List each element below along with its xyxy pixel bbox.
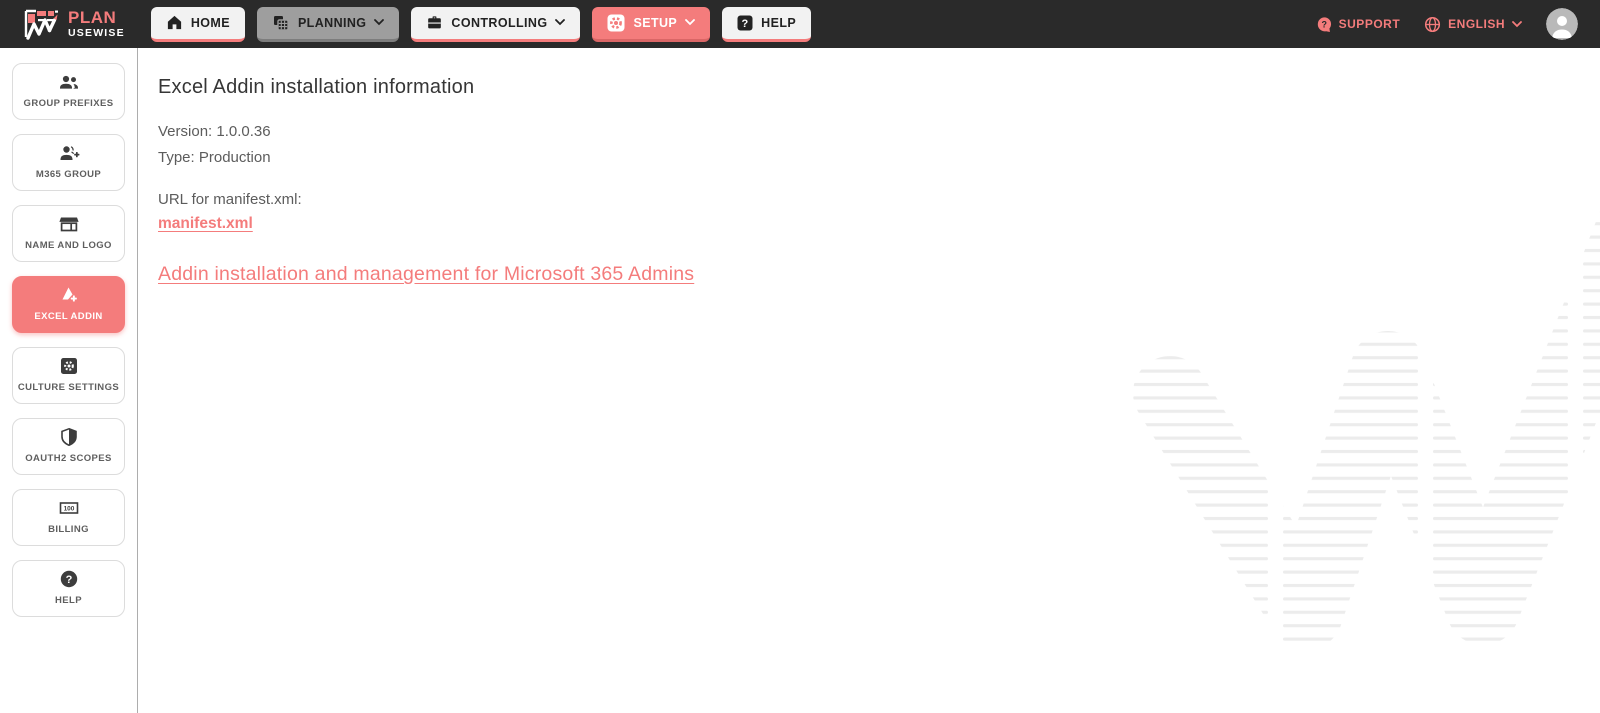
- help-icon: ?: [60, 570, 77, 588]
- shield-icon: [60, 428, 77, 447]
- version-text: Version: 1.0.0.36: [158, 123, 271, 140]
- sidebar-label: BILLING: [48, 524, 89, 536]
- nav-controlling-button[interactable]: CONTROLLING: [411, 6, 581, 42]
- nav-controlling-label: CONTROLLING: [451, 15, 548, 30]
- svg-text:100: 100: [63, 506, 74, 513]
- nav-help-label: HELP: [761, 15, 797, 30]
- sidebar-label: CULTURE SETTINGS: [17, 382, 120, 394]
- sidebar-label: HELP: [55, 595, 82, 607]
- addin-admin-guide-link[interactable]: Addin installation and management for Mi…: [158, 263, 694, 286]
- app-logo-text: PLAN USEWISE: [68, 9, 125, 39]
- sidebar-item-excel-addin[interactable]: EXCEL ADDIN: [12, 276, 125, 333]
- chevron-down-icon: [374, 19, 385, 26]
- chevron-down-icon: [1512, 20, 1522, 27]
- sidebar-label: OAUTH2 SCOPES: [25, 453, 112, 465]
- sidebar-item-billing[interactable]: 100 BILLING: [12, 489, 125, 546]
- storefront-icon: [58, 217, 79, 232]
- svg-text:?: ?: [742, 17, 749, 29]
- page-body: GROUP PREFIXES M365 GROUP NAME AND LOGO: [0, 48, 1600, 713]
- sidebar-label: NAME AND LOGO: [25, 240, 112, 252]
- manifest-url-label: URL for manifest.xml:: [158, 191, 302, 208]
- language-label: ENGLISH: [1448, 17, 1505, 31]
- briefcase-icon: [428, 16, 442, 29]
- settings-icon: [60, 358, 77, 375]
- logo-line2: USEWISE: [68, 27, 125, 40]
- svg-text:?: ?: [65, 574, 72, 586]
- nav-help-button[interactable]: ? HELP: [722, 6, 812, 42]
- sidebar-item-name-and-logo[interactable]: NAME AND LOGO: [12, 205, 125, 262]
- nav-planning-button[interactable]: PLANNING: [256, 6, 400, 42]
- nav-setup-label: SETUP: [633, 15, 678, 30]
- nav-planning-label: PLANNING: [297, 15, 367, 30]
- sidebar-item-culture-settings[interactable]: CULTURE SETTINGS: [12, 347, 125, 404]
- globe-icon: [1425, 16, 1441, 32]
- sidebar: GROUP PREFIXES M365 GROUP NAME AND LOGO: [0, 48, 138, 713]
- user-avatar[interactable]: [1546, 8, 1578, 40]
- support-label: SUPPORT: [1338, 17, 1401, 31]
- sidebar-label: M365 GROUP: [35, 169, 102, 181]
- sidebar-item-help[interactable]: ? HELP: [12, 560, 125, 617]
- sidebar-label: EXCEL ADDIN: [34, 311, 103, 323]
- manifest-xml-link[interactable]: manifest.xml: [158, 215, 253, 233]
- language-selector[interactable]: ENGLISH: [1424, 16, 1522, 33]
- billing-icon: 100: [59, 502, 78, 514]
- page-title: Excel Addin installation information: [158, 76, 475, 98]
- chevron-down-icon: [555, 19, 566, 26]
- chevron-down-icon: [685, 19, 696, 26]
- sidebar-label: GROUP PREFIXES: [23, 98, 114, 110]
- group-icon: [59, 76, 78, 89]
- support-icon: ?: [1317, 16, 1331, 32]
- logo-line1: PLAN: [68, 8, 117, 28]
- person-add-icon: [60, 146, 79, 161]
- svg-text:?: ?: [1321, 19, 1327, 29]
- app-logo[interactable]: PLAN USEWISE: [22, 7, 125, 41]
- sidebar-item-oauth2-scopes[interactable]: OAUTH2 SCOPES: [12, 418, 125, 475]
- home-icon: [167, 15, 181, 30]
- addin-icon: [62, 287, 77, 302]
- sidebar-item-m365-group[interactable]: M365 GROUP: [12, 134, 125, 191]
- nav-setup-button[interactable]: SETUP: [592, 6, 711, 42]
- planning-icon: [273, 15, 289, 31]
- nav-home-button[interactable]: HOME: [150, 6, 245, 42]
- planusewise-logo-icon: [24, 9, 58, 40]
- nav-home-label: HOME: [190, 15, 230, 30]
- navbar-right-group: ? SUPPORT ENGLISH: [1315, 8, 1578, 40]
- main-content: Excel Addin installation information Ver…: [138, 48, 1600, 713]
- type-text: Type: Production: [158, 149, 271, 166]
- nav-button-group: HOME PLANNING CONTROLLING SETUP ? HELP: [150, 6, 812, 42]
- avatar-icon: [1546, 8, 1578, 40]
- sidebar-item-group-prefixes[interactable]: GROUP PREFIXES: [12, 63, 125, 120]
- gear-icon: [607, 14, 625, 31]
- question-icon: ?: [737, 15, 753, 30]
- top-navbar: PLAN USEWISE HOME PLANNING CONTROLLING S…: [0, 0, 1600, 48]
- support-link[interactable]: ? SUPPORT: [1315, 16, 1401, 33]
